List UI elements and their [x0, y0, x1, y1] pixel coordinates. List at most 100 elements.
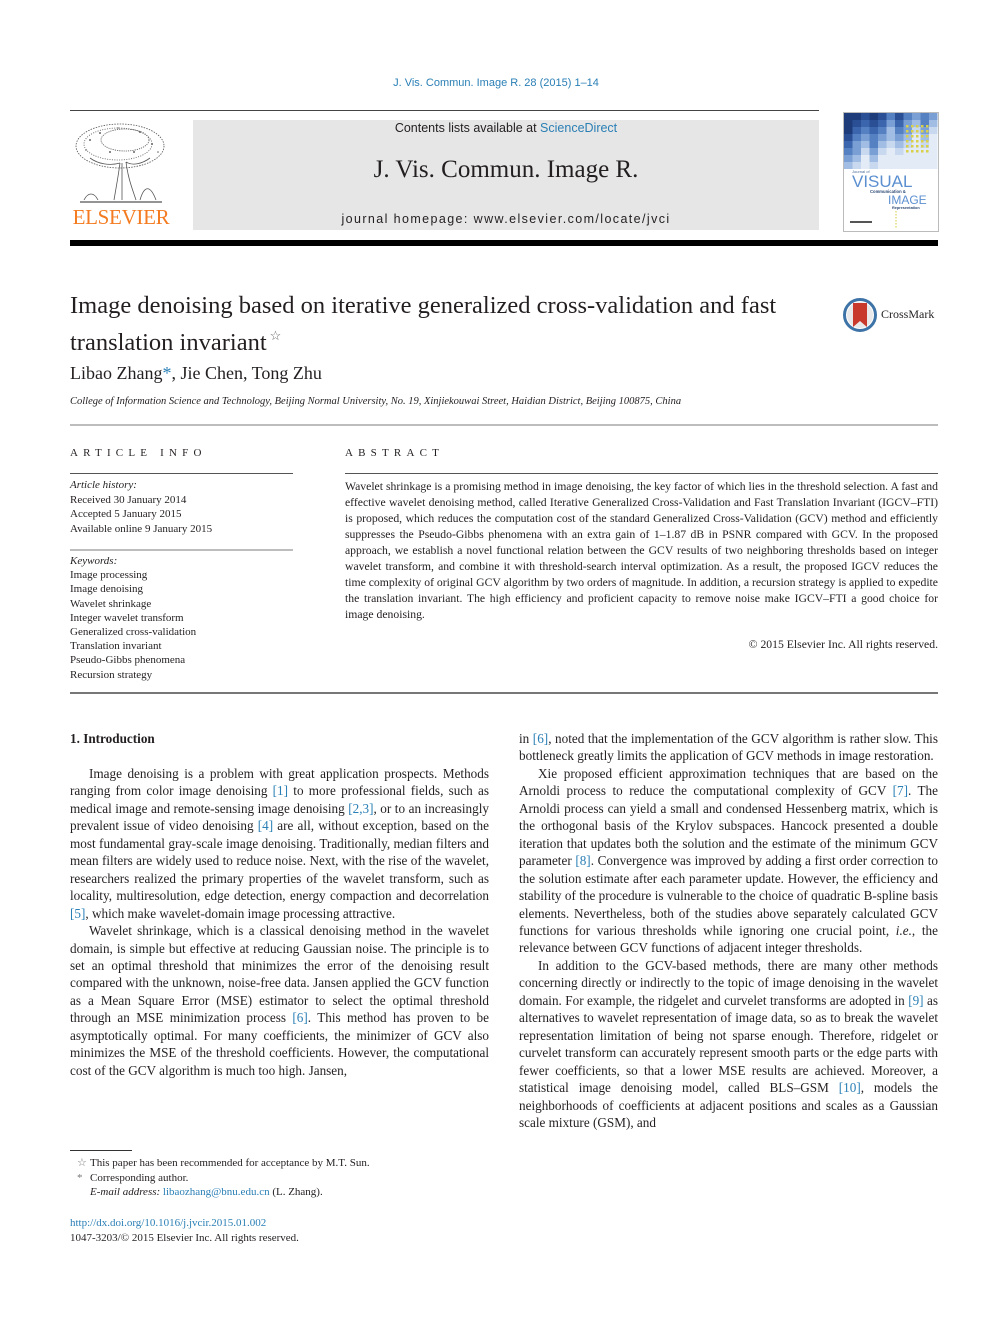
journal-cover-art: Journal of VISUAL Communication & IMAGE … [844, 113, 938, 229]
citation-link[interactable]: [9] [908, 993, 923, 1008]
header-top-rule [70, 110, 819, 111]
doi-block: http://dx.doi.org/10.1016/j.jvcir.2015.0… [70, 1216, 299, 1245]
cover-tile [878, 148, 887, 155]
journal-reference[interactable]: J. Vis. Commun. Image R. 28 (2015) 1–14 [0, 77, 992, 89]
author-list: Libao Zhang*, Jie Chen, Tong Zhu [70, 363, 322, 384]
citation-link[interactable]: [6] [533, 731, 548, 746]
cover-tile [929, 120, 938, 127]
cover-tile [861, 127, 870, 134]
cover-tile [852, 134, 861, 141]
title-footnote-star[interactable]: ☆ [270, 328, 282, 343]
body-column-left: Image denoising is a problem with great … [70, 765, 489, 1079]
article-info-heading: ARTICLE INFO [70, 447, 207, 459]
cover-dot [906, 145, 909, 148]
cover-tile [920, 113, 929, 120]
cover-tile [869, 127, 878, 134]
keyword-item: Image denoising [70, 583, 144, 596]
cover-tile [852, 113, 861, 120]
cover-tile [844, 120, 853, 127]
keyword-item: Pseudo-Gibbs phenomena [70, 654, 186, 667]
cover-dot [906, 125, 909, 128]
paragraph-text: Xie proposed efficient approximation tec… [519, 765, 938, 799]
cover-tile [869, 134, 878, 141]
author-name[interactable]: Jie Chen [180, 363, 243, 383]
cover-tile [869, 162, 878, 169]
citation-link[interactable]: [1] [273, 783, 288, 798]
cover-tile [929, 127, 938, 134]
cover-tile [878, 134, 887, 141]
cover-dot [916, 140, 919, 143]
cover-tile [929, 162, 938, 169]
doi-link[interactable]: http://dx.doi.org/10.1016/j.jvcir.2015.0… [70, 1216, 299, 1231]
author-name[interactable]: Libao Zhang [70, 363, 162, 383]
cover-tile [912, 155, 921, 162]
citation-link[interactable]: [7] [893, 783, 908, 798]
journal-title: J. Vis. Commun. Image R. [373, 156, 639, 183]
body-paragraph: in [6], noted that the implementation of… [519, 730, 938, 765]
cover-dot [916, 150, 919, 153]
cover-tile [861, 148, 870, 155]
citation-link[interactable]: [2,3] [348, 801, 373, 816]
email-link[interactable]: libaozhang@bnu.edu.cn [163, 1186, 270, 1198]
cover-dot [921, 125, 924, 128]
body-paragraph: Wavelet shrinkage, which is a classical … [70, 922, 489, 1079]
front-matter-divider [70, 692, 938, 694]
contents-prefix: Contents lists available at [394, 121, 541, 135]
keyword-item: Integer wavelet transform [70, 611, 184, 624]
cover-tile [920, 155, 929, 162]
journal-cover-image[interactable]: Journal of VISUAL Communication & IMAGE … [843, 112, 939, 232]
abstract-copyright: © 2015 Elsevier Inc. All rights reserved… [748, 638, 938, 651]
cover-dot [926, 140, 929, 143]
citation-link[interactable]: [8] [575, 853, 590, 868]
author-name[interactable]: Tong Zhu [252, 363, 322, 383]
cover-tile [878, 127, 887, 134]
cover-tile [878, 162, 887, 169]
elsevier-tree-icon [75, 123, 165, 203]
cover-tile [912, 113, 921, 120]
citation-link[interactable]: [10] [839, 1080, 861, 1095]
sciencedirect-link[interactable]: ScienceDirect [540, 121, 617, 135]
header-thick-rule [70, 240, 938, 246]
cover-tile [852, 162, 861, 169]
cover-dot [921, 145, 924, 148]
cover-tile [886, 120, 895, 127]
keyword-item: Generalized cross-validation [70, 626, 197, 639]
citation-link[interactable]: [5] [70, 906, 85, 921]
footnote-acceptance-text: This paper has been recommended for acce… [90, 1157, 370, 1169]
cover-tile [903, 155, 912, 162]
cover-dot [911, 150, 914, 153]
elsevier-logo[interactable]: ELSEVIER [70, 118, 172, 230]
body-paragraph: Image denoising is a problem with great … [70, 765, 489, 922]
cover-tile [903, 162, 912, 169]
cover-dot [921, 135, 924, 138]
citation-link[interactable]: [6] [292, 1010, 307, 1025]
cover-tile [844, 127, 853, 134]
cover-tile [844, 134, 853, 141]
journal-homepage[interactable]: journal homepage: www.elsevier.com/locat… [193, 212, 819, 226]
cover-tile [912, 162, 921, 169]
keywords-divider [70, 549, 293, 551]
keywords-label: Keywords: [70, 555, 118, 567]
crossmark-label: CrossMark [881, 307, 935, 321]
journal-banner: Contents lists available at ScienceDirec… [193, 120, 819, 230]
crossmark-badge[interactable]: CrossMark [843, 297, 943, 333]
cover-tile [886, 113, 895, 120]
cover-tile [895, 148, 904, 155]
citation-link[interactable]: [4] [258, 818, 273, 833]
cover-tile [895, 162, 904, 169]
cover-dot [926, 145, 929, 148]
cover-tile [886, 141, 895, 148]
email-label: E-mail address: [90, 1186, 161, 1199]
article-history: Article history: Received 30 January 201… [70, 478, 293, 536]
cover-tile [886, 127, 895, 134]
footnote-asterisk-mark: * [77, 1171, 83, 1184]
footnote-rule [70, 1150, 132, 1151]
cover-tile [844, 155, 853, 162]
history-online: Available online 9 January 2015 [70, 522, 213, 535]
keyword-item: Wavelet shrinkage [70, 597, 152, 610]
crossmark-icon [843, 298, 877, 332]
article-info-divider [70, 473, 293, 474]
author-affiliation: College of Information Science and Techn… [70, 396, 682, 407]
cover-dot [906, 135, 909, 138]
cover-tile [878, 120, 887, 127]
